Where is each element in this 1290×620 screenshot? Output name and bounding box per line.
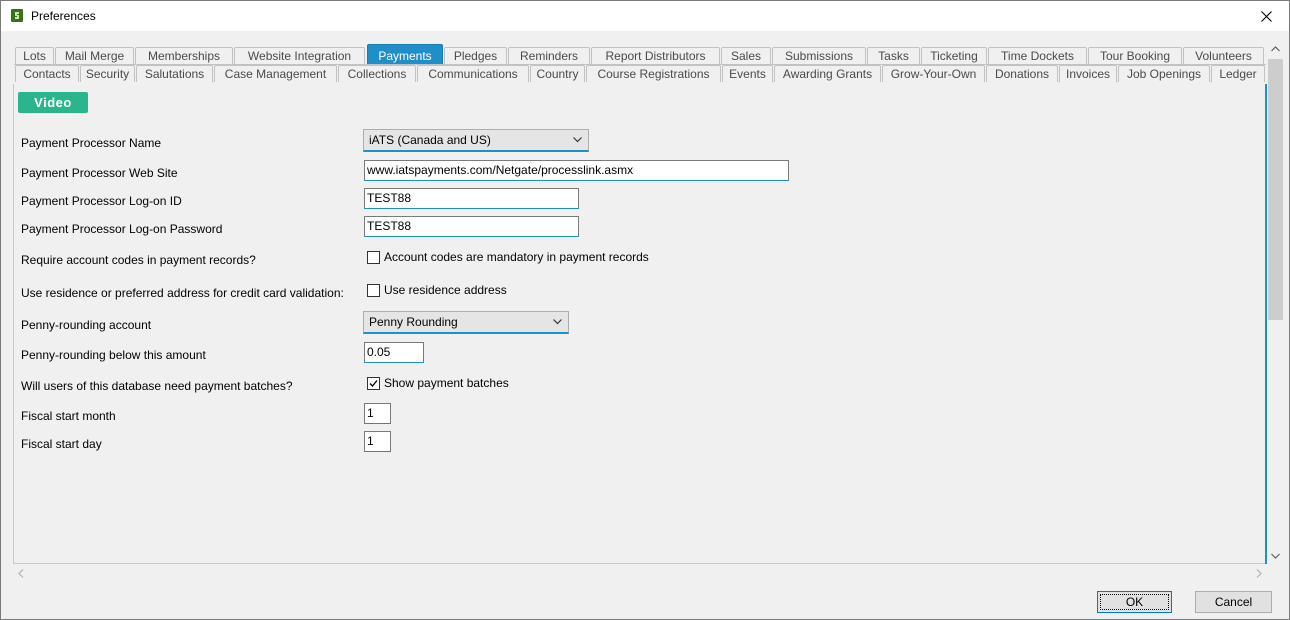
tab-payments[interactable]: Payments xyxy=(367,44,443,65)
fiscal-month-input[interactable]: 1 xyxy=(364,403,391,424)
video-button[interactable]: Video xyxy=(18,92,88,113)
tab-grow-your-own[interactable]: Grow-Your-Own xyxy=(882,65,985,82)
ok-button[interactable]: OK xyxy=(1097,591,1172,613)
tab-pledges[interactable]: Pledges xyxy=(444,47,507,64)
logon-id-label: Payment Processor Log-on ID xyxy=(21,194,182,208)
account-codes-label: Require account codes in payment records… xyxy=(21,253,256,267)
window-title: Preferences xyxy=(31,9,96,23)
website-input[interactable]: www.iatspayments.com/Netgate/processlink… xyxy=(364,160,789,181)
close-icon xyxy=(1260,10,1272,22)
tab-reminders[interactable]: Reminders xyxy=(508,47,590,64)
penny-account-value: Penny Rounding xyxy=(369,315,458,329)
tab-job-openings[interactable]: Job Openings xyxy=(1118,65,1210,82)
checkmark-icon xyxy=(369,380,378,387)
residence-check-label[interactable]: Use residence address xyxy=(384,283,507,297)
tab-country[interactable]: Country xyxy=(530,65,585,82)
batches-checkbox[interactable] xyxy=(367,377,380,390)
logon-password-input[interactable]: TEST88 xyxy=(364,216,579,237)
fiscal-day-input[interactable]: 1 xyxy=(364,431,391,452)
account-codes-checkbox[interactable] xyxy=(367,251,380,264)
vertical-scroll-thumb[interactable] xyxy=(1268,59,1283,320)
residence-label: Use residence or preferred address for c… xyxy=(21,286,344,300)
title-bar: Preferences xyxy=(1,1,1289,31)
penny-below-input[interactable]: 0.05 xyxy=(364,342,424,363)
tab-memberships[interactable]: Memberships xyxy=(135,47,233,64)
residence-checkbox[interactable] xyxy=(367,284,380,297)
scroll-left-icon[interactable] xyxy=(18,569,24,578)
tab-submissions[interactable]: Submissions xyxy=(772,47,866,64)
tab-website-integration[interactable]: Website Integration xyxy=(234,47,365,64)
tab-case-management[interactable]: Case Management xyxy=(214,65,337,82)
focus-rect xyxy=(1100,594,1169,610)
tab-volunteers[interactable]: Volunteers xyxy=(1183,47,1264,64)
scroll-down-icon[interactable] xyxy=(1271,553,1280,559)
tab-contacts[interactable]: Contacts xyxy=(15,65,79,82)
processor-name-select[interactable]: iATS (Canada and US) xyxy=(363,129,589,152)
processor-name-value: iATS (Canada and US) xyxy=(369,133,491,147)
cancel-label: Cancel xyxy=(1214,595,1253,609)
tab-lots[interactable]: Lots xyxy=(15,47,54,64)
fiscal-month-label: Fiscal start month xyxy=(21,409,116,423)
tab-tour-booking[interactable]: Tour Booking xyxy=(1088,47,1182,64)
app-icon xyxy=(11,9,23,22)
tab-tasks[interactable]: Tasks xyxy=(867,47,920,64)
tab-ledger[interactable]: Ledger xyxy=(1211,65,1265,82)
tab-ticketing[interactable]: Ticketing xyxy=(921,47,987,64)
tab-collections[interactable]: Collections xyxy=(338,65,416,82)
fiscal-day-label: Fiscal start day xyxy=(21,437,102,451)
tab-mail-merge[interactable]: Mail Merge xyxy=(55,47,134,64)
tab-sales[interactable]: Sales xyxy=(721,47,771,64)
processor-name-label: Payment Processor Name xyxy=(21,136,162,150)
logon-id-input[interactable]: TEST88 xyxy=(364,188,579,209)
tab-communications[interactable]: Communications xyxy=(417,65,529,82)
scroll-right-icon[interactable] xyxy=(1256,569,1262,578)
tab-time-dockets[interactable]: Time Dockets xyxy=(988,47,1087,64)
tab-report-distributors[interactable]: Report Distributors xyxy=(591,47,720,64)
logon-password-label: Payment Processor Log-on Password xyxy=(21,222,223,236)
tab-donations[interactable]: Donations xyxy=(986,65,1058,82)
tab-course-registrations[interactable]: Course Registrations xyxy=(586,65,721,82)
penny-account-select[interactable]: Penny Rounding xyxy=(363,311,569,334)
batches-label: Will users of this database need payment… xyxy=(21,379,293,393)
batches-check-label[interactable]: Show payment batches xyxy=(384,376,509,390)
tab-awarding-grants[interactable]: Awarding Grants xyxy=(774,65,881,82)
penny-below-label: Penny-rounding below this amount xyxy=(21,348,206,362)
website-label: Payment Processor Web Site xyxy=(21,166,178,180)
cancel-button[interactable]: Cancel xyxy=(1195,591,1272,613)
tab-invoices[interactable]: Invoices xyxy=(1059,65,1117,82)
scroll-up-icon[interactable] xyxy=(1271,46,1280,52)
chevron-down-icon xyxy=(553,319,562,325)
chevron-down-icon xyxy=(573,137,582,143)
tab-security[interactable]: Security xyxy=(80,65,135,82)
horizontal-scrollbar[interactable] xyxy=(13,566,1266,581)
tab-salutations[interactable]: Salutations xyxy=(136,65,213,82)
close-button[interactable] xyxy=(1243,1,1289,31)
tab-events[interactable]: Events xyxy=(722,65,773,82)
payments-panel xyxy=(13,84,1266,564)
penny-account-label: Penny-rounding account xyxy=(21,318,152,332)
account-codes-check-label[interactable]: Account codes are mandatory in payment r… xyxy=(384,250,649,264)
